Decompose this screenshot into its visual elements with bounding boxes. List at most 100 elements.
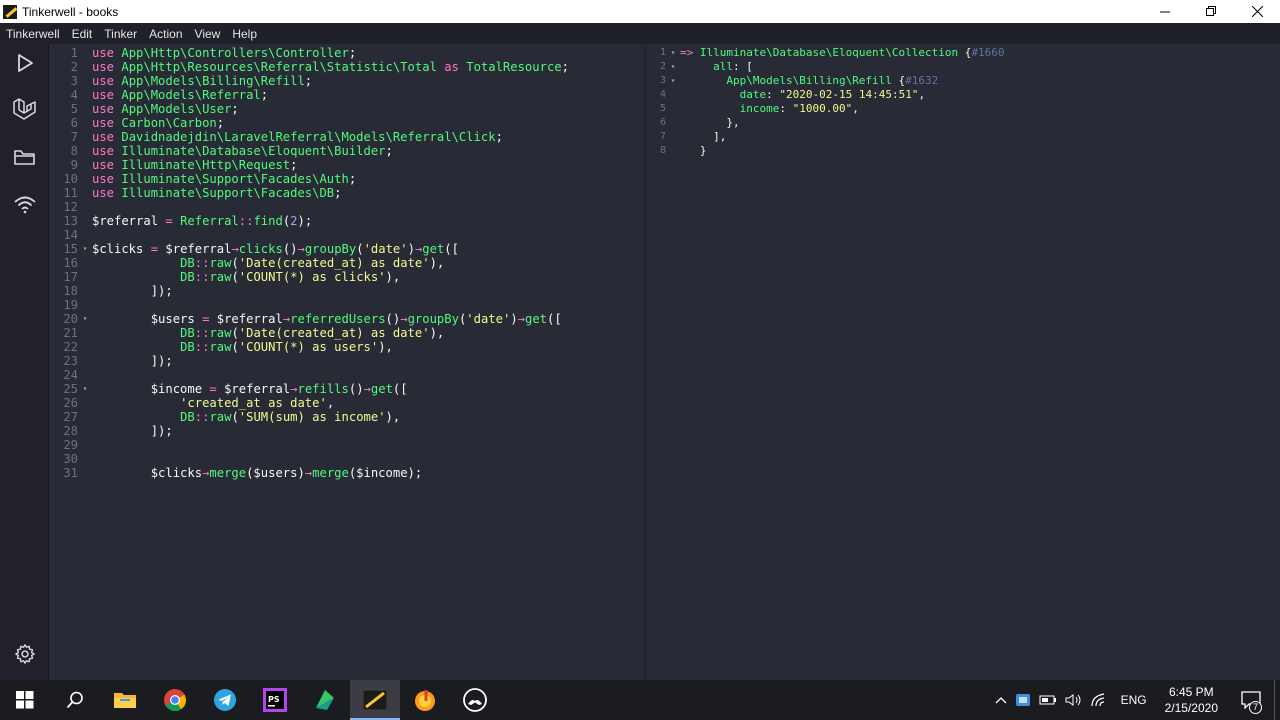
code-text[interactable]: DB::raw('Date(created_at) as date'),: [92, 326, 444, 340]
run-button[interactable]: [12, 50, 38, 76]
start-button[interactable]: [0, 680, 50, 720]
code-text[interactable]: ]);: [92, 354, 173, 368]
editor-line[interactable]: 8 use Illuminate\Database\Eloquent\Builde…: [50, 144, 569, 158]
sublime-button[interactable]: [300, 680, 350, 720]
fold-toggle[interactable]: ▾: [666, 60, 680, 74]
editor-code-lines[interactable]: 1 use App\Http\Controllers\Controller; 2 us…: [50, 46, 569, 480]
telegram-button[interactable]: [200, 680, 250, 720]
editor-line[interactable]: 13 $referral = Referral::find(2);: [50, 214, 569, 228]
code-text[interactable]: date: "2020-02-15 14:45:51",: [680, 88, 925, 102]
code-text[interactable]: all: [: [680, 60, 753, 74]
editor-line[interactable]: 10 use Illuminate\Support\Facades\Auth;: [50, 172, 569, 186]
code-text[interactable]: use Illuminate\Database\Eloquent\Builder…: [92, 144, 393, 158]
show-desktop-button[interactable]: [1274, 680, 1280, 720]
xbox-button[interactable]: [450, 680, 500, 720]
output-line[interactable]: 2 ▾ all: [: [646, 60, 1005, 74]
editor-line[interactable]: 5 use App\Models\User;: [50, 102, 569, 116]
output-line[interactable]: 7 ],: [646, 130, 1005, 144]
code-text[interactable]: }: [680, 144, 707, 158]
editor-line[interactable]: 21 DB::raw('Date(created_at) as date'),: [50, 326, 569, 340]
code-text[interactable]: income: "1000.00",: [680, 102, 859, 116]
code-text[interactable]: $income = $referral→refills()→get([: [92, 382, 408, 396]
code-text[interactable]: use Illuminate\Support\Facades\Auth;: [92, 172, 356, 186]
editor-line[interactable]: 23 ]);: [50, 354, 569, 368]
editor-line[interactable]: 22 DB::raw('COUNT(*) as users'),: [50, 340, 569, 354]
settings-button[interactable]: [12, 641, 38, 667]
output-line[interactable]: 8 }: [646, 144, 1005, 158]
code-text[interactable]: use Carbon\Carbon;: [92, 116, 224, 130]
editor-line[interactable]: 9 use Illuminate\Http\Request;: [50, 158, 569, 172]
editor-line[interactable]: 3 use App\Models\Billing\Refill;: [50, 74, 569, 88]
code-text[interactable]: $clicks→merge($users)→merge($income);: [92, 466, 423, 480]
editor-line[interactable]: 28 ]);: [50, 424, 569, 438]
editor-line[interactable]: 12: [50, 200, 569, 214]
editor-line[interactable]: 7 use Davidnadejdin\LaravelReferral\Model…: [50, 130, 569, 144]
folder-button[interactable]: [12, 144, 38, 170]
output-line[interactable]: 5 income: "1000.00",: [646, 102, 1005, 116]
volume-button[interactable]: [1061, 680, 1087, 720]
menu-action[interactable]: Action: [143, 27, 188, 41]
editor-line[interactable]: 19: [50, 298, 569, 312]
code-text[interactable]: $clicks = $referral→clicks()→groupBy('da…: [92, 242, 459, 256]
output-panel[interactable]: 1 ▾ => Illuminate\Database\Eloquent\Collec…: [645, 44, 1280, 680]
output-line[interactable]: 6 },: [646, 116, 1005, 130]
search-button[interactable]: [50, 680, 100, 720]
editor-line[interactable]: 29: [50, 438, 569, 452]
battery-button[interactable]: [1035, 680, 1061, 720]
editor-line[interactable]: 14: [50, 228, 569, 242]
fold-toggle[interactable]: ▾: [78, 382, 92, 396]
output-line[interactable]: 1 ▾ => Illuminate\Database\Eloquent\Collec…: [646, 46, 1005, 60]
code-text[interactable]: $referral = Referral::find(2);: [92, 214, 312, 228]
menu-tinker[interactable]: Tinker: [98, 27, 143, 41]
code-text[interactable]: => Illuminate\Database\Eloquent\Collecti…: [680, 46, 1005, 60]
code-text[interactable]: DB::raw('SUM(sum) as income'),: [92, 410, 400, 424]
phpstorm-button[interactable]: PS: [250, 680, 300, 720]
notifications-button[interactable]: 7: [1228, 680, 1274, 720]
tinkerwell-taskbar-button[interactable]: [350, 680, 400, 720]
editor-line[interactable]: 2 use App\Http\Resources\Referral\Statist…: [50, 60, 569, 74]
code-text[interactable]: use Davidnadejdin\LaravelReferral\Models…: [92, 130, 503, 144]
output-line[interactable]: 3 ▾ App\Models\Billing\Refill {#1632: [646, 74, 1005, 88]
code-text[interactable]: ]);: [92, 284, 173, 298]
code-editor[interactable]: 1 use App\Http\Controllers\Controller; 2 us…: [50, 44, 644, 680]
editor-line[interactable]: 20 ▾ $users = $referral→referredUsers()→g…: [50, 312, 569, 326]
editor-line[interactable]: 24: [50, 368, 569, 382]
code-text[interactable]: ]);: [92, 424, 173, 438]
code-text[interactable]: DB::raw('COUNT(*) as users'),: [92, 340, 393, 354]
music-button[interactable]: [400, 680, 450, 720]
output-line[interactable]: 4 date: "2020-02-15 14:45:51",: [646, 88, 1005, 102]
tray-app-button[interactable]: [1011, 680, 1035, 720]
minimize-button[interactable]: [1142, 0, 1188, 23]
clock[interactable]: 6:45 PM 2/15/2020: [1155, 684, 1228, 716]
code-text[interactable]: use Illuminate\Support\Facades\DB;: [92, 186, 342, 200]
editor-line[interactable]: 30: [50, 452, 569, 466]
network-button[interactable]: [1087, 680, 1113, 720]
language-indicator[interactable]: ENG: [1113, 680, 1155, 720]
ssh-connection-button[interactable]: [12, 191, 38, 217]
code-text[interactable]: ],: [680, 130, 726, 144]
code-text[interactable]: DB::raw('COUNT(*) as clicks'),: [92, 270, 400, 284]
code-text[interactable]: $users = $referral→referredUsers()→group…: [92, 312, 562, 326]
code-text[interactable]: },: [680, 116, 739, 130]
fold-toggle[interactable]: ▾: [78, 312, 92, 326]
code-text[interactable]: use App\Http\Controllers\Controller;: [92, 46, 356, 60]
editor-line[interactable]: 15 ▾ $clicks = $referral→clicks()→groupBy(…: [50, 242, 569, 256]
editor-line[interactable]: 16 DB::raw('Date(created_at) as date'),: [50, 256, 569, 270]
menu-view[interactable]: View: [189, 27, 227, 41]
code-text[interactable]: use App\Http\Resources\Referral\Statisti…: [92, 60, 569, 74]
chrome-button[interactable]: [150, 680, 200, 720]
editor-line[interactable]: 31 $clicks→merge($users)→merge($income);: [50, 466, 569, 480]
menu-tinkerwell[interactable]: Tinkerwell: [0, 27, 66, 41]
editor-line[interactable]: 17 DB::raw('COUNT(*) as clicks'),: [50, 270, 569, 284]
code-text[interactable]: use App\Models\User;: [92, 102, 239, 116]
fold-toggle[interactable]: ▾: [666, 46, 680, 60]
show-hidden-icons-button[interactable]: [991, 680, 1011, 720]
restore-button[interactable]: [1188, 0, 1234, 23]
file-explorer-button[interactable]: [100, 680, 150, 720]
editor-line[interactable]: 11 use Illuminate\Support\Facades\DB;: [50, 186, 569, 200]
output-code-lines[interactable]: 1 ▾ => Illuminate\Database\Eloquent\Collec…: [646, 46, 1005, 158]
editor-line[interactable]: 27 DB::raw('SUM(sum) as income'),: [50, 410, 569, 424]
code-text[interactable]: use Illuminate\Http\Request;: [92, 158, 297, 172]
menu-edit[interactable]: Edit: [66, 27, 99, 41]
editor-line[interactable]: 25 ▾ $income = $referral→refills()→get([: [50, 382, 569, 396]
